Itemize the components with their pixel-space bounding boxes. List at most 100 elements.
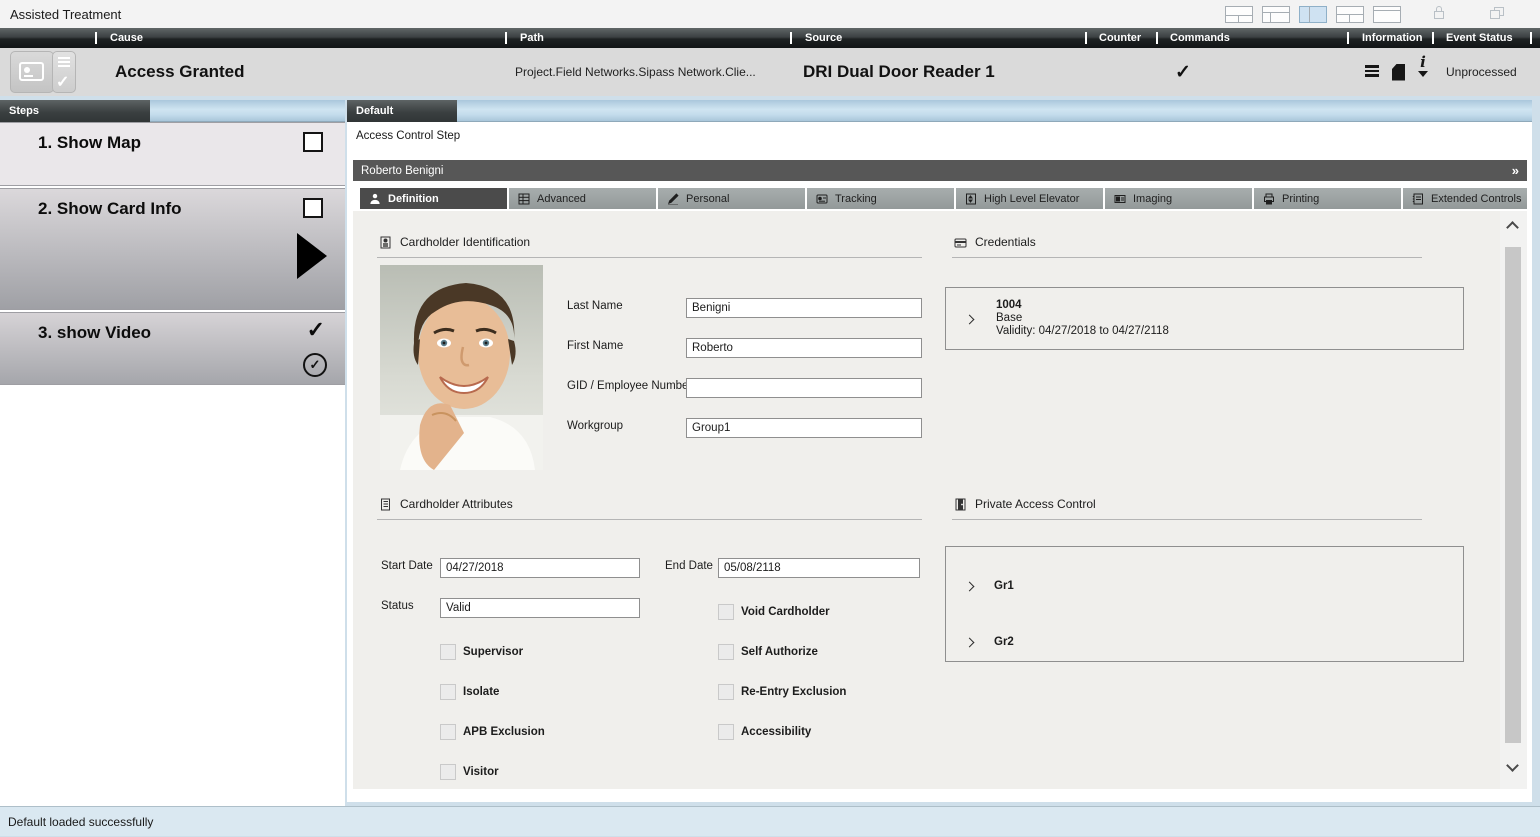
image-card-icon — [1114, 193, 1126, 205]
access-group-gr2[interactable]: Gr2 — [994, 636, 1014, 648]
layout-preset-4-button[interactable] — [1336, 6, 1364, 23]
column-separator — [1156, 32, 1158, 44]
layout-preset-5-button[interactable] — [1373, 6, 1401, 23]
step-checkbox[interactable] — [303, 132, 323, 152]
section-title: Private Access Control — [975, 497, 1096, 511]
layout-line — [1263, 12, 1289, 13]
step-label: 1. Show Map — [38, 133, 141, 153]
apb-exclusion-label: APB Exclusion — [463, 726, 545, 738]
isolate-label: Isolate — [463, 686, 499, 698]
gid-input[interactable] — [686, 378, 922, 398]
self-authorize-checkbox[interactable] — [718, 644, 734, 660]
info-icon: i — [1418, 56, 1428, 68]
status-label: Status — [381, 600, 414, 612]
isolate-checkbox[interactable] — [440, 684, 456, 700]
event-log-icon[interactable] — [1365, 48, 1379, 96]
tab-tracking[interactable]: Tracking — [807, 188, 954, 209]
expand-double-chevron-icon[interactable]: » — [1512, 163, 1519, 178]
section-divider — [377, 519, 922, 520]
last-name-input[interactable] — [686, 298, 922, 318]
column-commands: Commands — [1170, 28, 1230, 48]
steps-header-rest — [150, 100, 345, 122]
status-input[interactable] — [440, 598, 640, 618]
visitor-checkbox[interactable] — [440, 764, 456, 780]
event-info-dropdown[interactable]: i — [1418, 56, 1428, 90]
steps-panel-tab: Steps — [0, 100, 150, 122]
re-entry-exclusion-checkbox[interactable] — [718, 684, 734, 700]
credential-item[interactable]: 1004 Base Validity: 04/27/2018 to 04/27/… — [945, 287, 1464, 350]
scroll-up-icon[interactable] — [1506, 221, 1519, 234]
end-date-input[interactable] — [718, 558, 920, 578]
step-item-show-card-info[interactable]: 2. Show Card Info — [0, 188, 345, 310]
scroll-down-icon[interactable] — [1506, 759, 1519, 772]
title-bar: Assisted Treatment — [0, 0, 1540, 28]
step-done-check-icon: ✓ — [307, 317, 325, 343]
step-complete-circle-icon[interactable]: ✓ — [303, 353, 327, 377]
current-step-arrow-icon — [297, 233, 327, 279]
event-badge-list: ✓ — [52, 51, 76, 93]
column-separator — [1347, 32, 1349, 44]
step-item-show-map[interactable]: 1. Show Map — [0, 122, 345, 186]
event-badge-card — [10, 51, 54, 93]
person-icon — [369, 193, 381, 205]
credential-validity: Validity: 04/27/2018 to 04/27/2118 — [996, 325, 1169, 337]
tab-imaging[interactable]: Imaging — [1105, 188, 1252, 209]
layout-preset-3-button[interactable] — [1299, 6, 1327, 23]
cardholder-photo — [380, 265, 543, 470]
tab-printing[interactable]: Printing — [1254, 188, 1401, 209]
cardholder-identification-heading: Cardholder Identification — [379, 235, 530, 249]
scrollbar-thumb[interactable] — [1505, 247, 1521, 743]
vertical-scrollbar[interactable] — [1500, 211, 1527, 789]
treatment-tab-default[interactable]: Default — [347, 100, 457, 122]
event-path: Project.Field Networks.Sipass Network.Cl… — [515, 48, 756, 96]
layout-preset-1-button[interactable] — [1225, 6, 1253, 23]
expand-chevron-icon[interactable] — [965, 638, 975, 648]
workgroup-input[interactable] — [686, 418, 922, 438]
re-entry-exclusion-label: Re-Entry Exclusion — [741, 686, 846, 698]
expand-chevron-icon[interactable] — [965, 582, 975, 592]
window-title: Assisted Treatment — [10, 0, 121, 28]
event-column-header: Cause Path Source Counter Commands Infor… — [0, 28, 1540, 48]
steps-list: 1. Show Map 2. Show Card Info 3. show Vi… — [0, 122, 345, 387]
supervisor-checkbox[interactable] — [440, 644, 456, 660]
expand-chevron-icon[interactable] — [965, 315, 975, 325]
column-source: Source — [805, 28, 842, 48]
column-cause: Cause — [110, 28, 143, 48]
step-label: 2. Show Card Info — [38, 199, 182, 219]
cardholder-photo-image — [380, 265, 543, 470]
last-name-label: Last Name — [567, 300, 623, 312]
gid-label: GID / Employee Number — [567, 380, 692, 392]
tab-label: Advanced — [537, 193, 586, 205]
section-divider — [952, 257, 1422, 258]
tab-label: Imaging — [1133, 193, 1172, 205]
layout-line — [1270, 12, 1271, 22]
event-report-icon[interactable] — [1392, 48, 1405, 96]
tab-extended-controls[interactable]: Extended Controls — [1403, 188, 1527, 209]
tab-advanced[interactable]: Advanced — [509, 188, 656, 209]
void-cardholder-checkbox[interactable] — [718, 604, 734, 620]
command-executed-check-icon: ✓ — [1175, 48, 1191, 96]
tab-high-level-elevator[interactable]: High Level Elevator — [956, 188, 1103, 209]
access-group-gr1[interactable]: Gr1 — [994, 580, 1014, 592]
step-item-show-video[interactable]: 3. show Video ✓ ✓ — [0, 312, 345, 385]
tab-personal[interactable]: Personal — [658, 188, 805, 209]
column-event-status: Event Status — [1446, 28, 1513, 48]
apb-exclusion-checkbox[interactable] — [440, 724, 456, 740]
lock-icon[interactable] — [1434, 11, 1444, 19]
event-row[interactable]: ✓ Access Granted Project.Field Networks.… — [0, 48, 1540, 96]
step-type-label: Access Control Step — [356, 130, 460, 142]
visitor-label: Visitor — [463, 766, 499, 778]
start-date-input[interactable] — [440, 558, 640, 578]
lock-shackle-icon — [1436, 6, 1442, 12]
section-title: Credentials — [975, 235, 1036, 249]
attributes-list-icon — [379, 498, 392, 511]
check-icon: ✓ — [56, 72, 69, 92]
definition-tab-content: Cardholder Identification — [353, 211, 1500, 789]
treatment-tab-label: Default — [356, 105, 393, 117]
tab-definition[interactable]: Definition — [360, 188, 507, 209]
layout-preset-2-button[interactable] — [1262, 6, 1290, 23]
accessibility-checkbox[interactable] — [718, 724, 734, 740]
step-checkbox[interactable] — [303, 198, 323, 218]
cardholder-tabs: Definition Advanced Personal Tracking Hi… — [360, 188, 1527, 209]
first-name-input[interactable] — [686, 338, 922, 358]
